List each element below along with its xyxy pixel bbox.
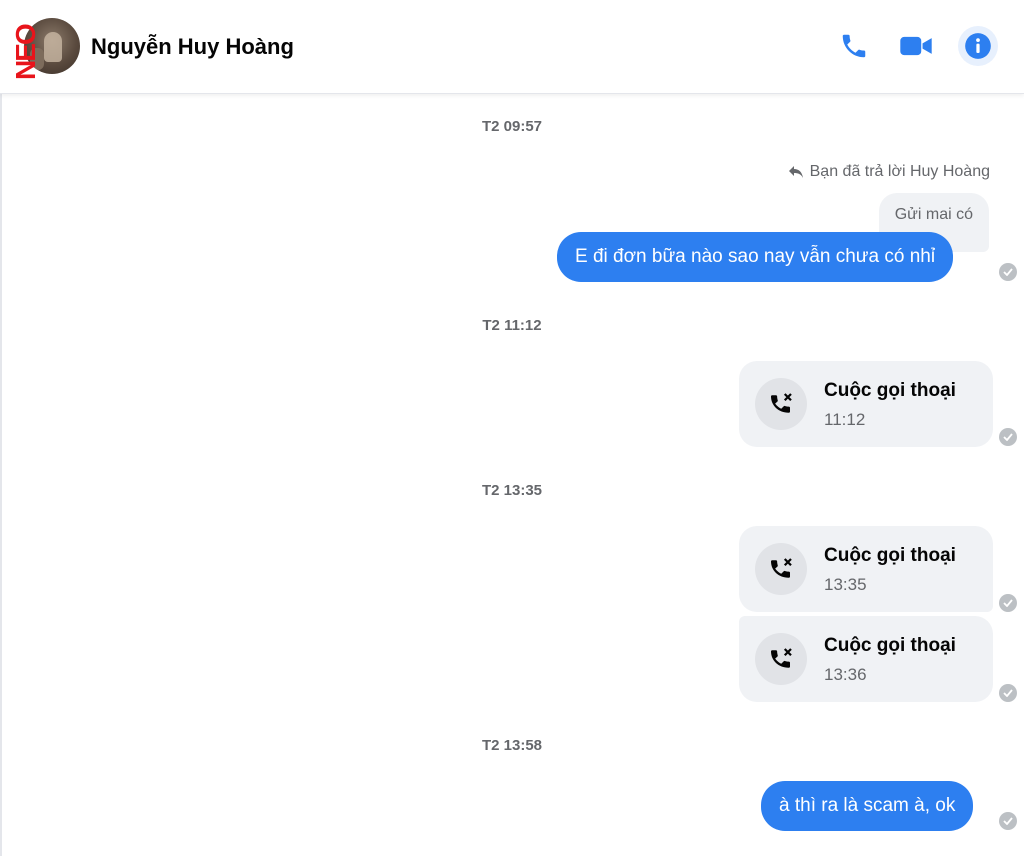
call-time: 11:12: [824, 410, 866, 429]
call-title: Cuộc gọi thoại: [824, 635, 956, 656]
seen-indicator: [999, 263, 1017, 281]
conversation-header: NEO Nguyễn Huy Hoàng: [0, 0, 1024, 94]
video-call-button[interactable]: [898, 28, 934, 64]
timestamp: T2 11:12: [482, 317, 542, 334]
conversation-info-button[interactable]: [958, 26, 998, 66]
call-time: 13:35: [824, 575, 867, 594]
missed-call-icon-circle: [755, 543, 807, 595]
missed-call-icon: [771, 393, 792, 413]
seen-indicator: [999, 812, 1017, 830]
missed-call-card[interactable]: Cuộc gọi thoại 13:35: [739, 526, 993, 612]
seen-indicator: [999, 684, 1017, 702]
video-camera-icon: [900, 36, 932, 56]
seen-indicator: [999, 594, 1017, 612]
missed-call-icon-circle: [755, 378, 807, 430]
check-icon: [1003, 433, 1013, 441]
info-icon: [965, 33, 991, 59]
red-overlay-text: NEO: [10, 25, 41, 80]
call-time: 13:36: [824, 665, 867, 684]
check-icon: [1003, 599, 1013, 607]
reply-arrow-icon: [788, 166, 803, 178]
call-title: Cuộc gọi thoại: [824, 545, 956, 566]
outgoing-message[interactable]: à thì ra là scam à, ok: [761, 781, 974, 831]
timestamp: T2 13:58: [481, 737, 543, 754]
voice-call-button[interactable]: [836, 28, 872, 64]
call-title: Cuộc gọi thoại: [824, 380, 956, 401]
contact-name[interactable]: Nguyễn Huy Hoàng: [91, 34, 294, 60]
reply-context-label: Bạn đã trả lời Huy Hoàng: [809, 163, 990, 180]
missed-call-icon: [771, 558, 792, 578]
timestamp: T2 13:35: [481, 482, 543, 499]
missed-call-icon-circle: [755, 633, 807, 685]
phone-icon: [842, 34, 866, 58]
check-icon: [1003, 268, 1013, 276]
outgoing-message[interactable]: E đi đơn bữa nào sao nay vẫn chưa có nhỉ: [557, 232, 954, 282]
reply-context: Bạn đã trả lời Huy Hoàng: [788, 163, 990, 181]
check-icon: [1003, 689, 1013, 697]
missed-call-card[interactable]: Cuộc gọi thoại 13:36: [739, 616, 993, 702]
timestamp: T2 09:57: [481, 118, 543, 135]
check-icon: [1003, 817, 1013, 825]
missed-call-card[interactable]: Cuộc gọi thoại 11:12: [739, 361, 993, 447]
missed-call-icon: [771, 648, 792, 668]
seen-indicator: [999, 428, 1017, 446]
